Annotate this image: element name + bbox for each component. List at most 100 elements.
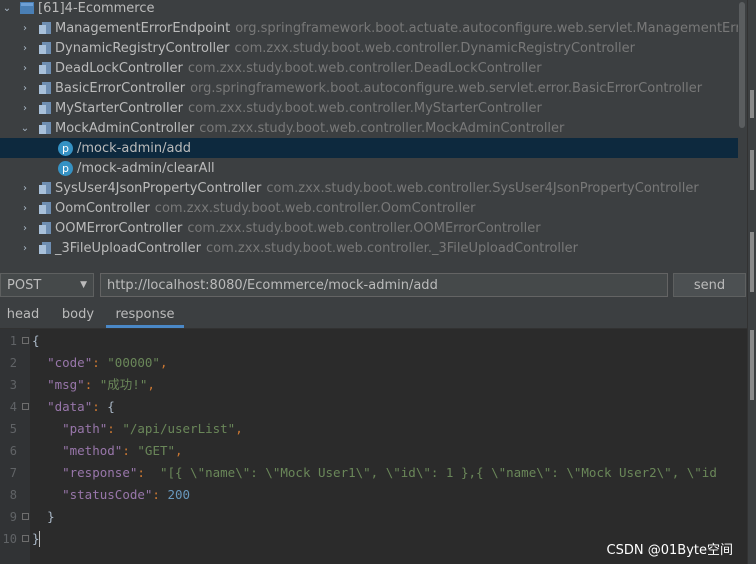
controller-package: com.zxx.study.boot.web.controller._3File… <box>206 240 578 256</box>
chevron-right-icon[interactable]: › <box>20 43 30 54</box>
json-string: "[{ \"name\": \"Mock User1\", \"id\": 1 … <box>159 465 717 480</box>
controller-package: com.zxx.study.boot.web.controller.MockAd… <box>199 120 565 136</box>
line-gutter: 1 2 3 4 5 6 7 8 9 10 <box>0 329 30 564</box>
chevron-right-icon[interactable]: › <box>20 23 30 34</box>
tree-item-deadlockcontroller[interactable]: › DeadLockController com.zxx.study.boot.… <box>0 58 738 78</box>
controller-icon <box>39 102 51 114</box>
controller-icon <box>39 222 51 234</box>
controller-icon <box>39 122 51 134</box>
method-value: POST <box>7 277 42 293</box>
json-key: "response" <box>62 465 138 480</box>
controller-package: com.zxx.study.boot.web.controller.OOMErr… <box>187 220 541 236</box>
controller-package: com.zxx.study.boot.web.controller.DeadLo… <box>187 60 542 76</box>
controller-icon <box>39 182 51 194</box>
controller-name: MyStarterController <box>55 100 183 116</box>
json-string: "00000" <box>107 355 160 370</box>
json-key: "path" <box>62 421 108 436</box>
json-key: "msg" <box>47 377 85 392</box>
code-line-4: "data": { <box>47 399 115 414</box>
tree-item-3fileuploadcontroller[interactable]: › _3FileUploadController com.zxx.study.b… <box>0 238 738 258</box>
json-brace: } <box>47 509 55 524</box>
json-number: 200 <box>167 487 191 502</box>
fold-icon[interactable] <box>22 403 29 410</box>
tree-scrollbar[interactable] <box>738 0 747 262</box>
chevron-right-icon[interactable]: › <box>20 63 30 74</box>
response-editor[interactable]: 1 2 3 4 5 6 7 8 9 10 { "code": "00000", … <box>0 329 747 564</box>
line-number: 10 <box>2 532 17 546</box>
send-button[interactable]: send <box>673 273 746 297</box>
tool-window-tab[interactable] <box>750 232 754 292</box>
controller-icon <box>39 22 51 34</box>
tool-window-tab[interactable] <box>750 90 754 118</box>
fold-icon[interactable] <box>22 513 29 520</box>
json-brace: { <box>32 333 40 348</box>
json-key: "statusCode" <box>62 487 153 502</box>
line-number: 2 <box>9 356 17 370</box>
tab-body[interactable]: body <box>56 306 100 328</box>
module-icon <box>20 2 34 14</box>
line-number: 6 <box>9 444 17 458</box>
chevron-right-icon[interactable]: › <box>20 203 30 214</box>
controller-package: com.zxx.study.boot.web.controller.Dynami… <box>234 40 635 56</box>
tree-item-managementerrorendpoint[interactable]: › ManagementErrorEndpoint org.springfram… <box>0 18 738 38</box>
response-tabs: head body response <box>0 306 747 329</box>
line-number: 5 <box>9 422 17 436</box>
line-number: 9 <box>9 510 17 524</box>
watermark: CSDN @01Byte空间 <box>606 543 733 558</box>
fold-icon[interactable] <box>22 337 29 344</box>
controller-package: com.zxx.study.boot.web.controller.SysUse… <box>266 180 699 196</box>
tree-item-mockadmincontroller[interactable]: ⌄ MockAdminController com.zxx.study.boot… <box>0 118 738 138</box>
chevron-down-icon[interactable]: ⌄ <box>2 3 12 14</box>
code-line-6: "method": "GET", <box>62 443 183 458</box>
code-line-7: "response": "[{ \"name\": \"Mock User1\"… <box>62 465 717 480</box>
tree-item-sysuser4jsonpropertycontroller[interactable]: › SysUser4JsonPropertyController com.zxx… <box>0 178 738 198</box>
right-tool-strip <box>747 0 756 564</box>
line-number: 8 <box>9 488 17 502</box>
url-value: http://localhost:8080/Ecommerce/mock-adm… <box>107 277 438 293</box>
method-select[interactable]: POST ▼ <box>0 273 94 297</box>
json-string: "GET" <box>137 443 176 458</box>
url-input[interactable]: http://localhost:8080/Ecommerce/mock-adm… <box>100 273 668 297</box>
line-number: 4 <box>9 400 17 414</box>
endpoint-mock-admin-clearall[interactable]: p /mock-admin/clearAll <box>0 158 738 178</box>
request-bar: POST ▼ http://localhost:8080/Ecommerce/m… <box>0 262 747 306</box>
text-caret <box>39 531 40 547</box>
controller-tree: ⌄ [61]4-Ecommerce › ManagementErrorEndpo… <box>0 0 738 262</box>
controller-package: com.zxx.study.boot.web.controller.OomCon… <box>154 200 476 216</box>
tree-item-oomcontroller[interactable]: › OomController com.zxx.study.boot.web.c… <box>0 198 738 218</box>
tool-window-tab[interactable] <box>750 330 754 400</box>
controller-name: _3FileUploadController <box>55 240 202 256</box>
p-icon: p <box>58 140 73 156</box>
chevron-right-icon[interactable]: › <box>20 243 30 254</box>
tree-root[interactable]: ⌄ [61]4-Ecommerce <box>0 0 738 18</box>
chevron-down-icon: ▼ <box>80 280 87 290</box>
tab-response[interactable]: response <box>106 306 184 328</box>
fold-icon[interactable] <box>22 535 29 542</box>
controller-name: DynamicRegistryController <box>55 40 230 56</box>
tree-item-basicerrorcontroller[interactable]: › BasicErrorController org.springframewo… <box>0 78 738 98</box>
code-line-3: "msg": "成功!", <box>47 377 155 392</box>
endpoint-mock-admin-add[interactable]: p /mock-admin/add <box>0 138 738 158</box>
tree-item-dynamicregistrycontroller[interactable]: › DynamicRegistryController com.zxx.stud… <box>0 38 738 58</box>
tree-scrollbar-thumb[interactable] <box>739 2 745 128</box>
p-icon: p <box>58 160 73 176</box>
tree-item-oomerrorcontroller[interactable]: › OOMErrorController com.zxx.study.boot.… <box>0 218 738 238</box>
json-brace: { <box>107 399 115 414</box>
controller-name: OOMErrorController <box>55 220 183 236</box>
controller-name: MockAdminController <box>55 120 195 136</box>
chevron-down-icon[interactable]: ⌄ <box>20 123 30 134</box>
controller-icon <box>39 202 51 214</box>
chevron-right-icon[interactable]: › <box>20 183 30 194</box>
tool-window-tab[interactable] <box>750 150 754 190</box>
tab-head[interactable]: head <box>0 306 46 328</box>
line-number: 7 <box>9 466 17 480</box>
code-line-5: "path": "/api/userList", <box>62 421 243 436</box>
controller-name: ManagementErrorEndpoint <box>55 20 231 36</box>
chevron-right-icon[interactable]: › <box>20 223 30 234</box>
chevron-right-icon[interactable]: › <box>20 83 30 94</box>
tree-root-label: [61]4-Ecommerce <box>38 0 155 16</box>
chevron-right-icon[interactable]: › <box>20 103 30 114</box>
tree-item-mystartercontroller[interactable]: › MyStarterController com.zxx.study.boot… <box>0 98 738 118</box>
code-line-2: "code": "00000", <box>47 355 168 370</box>
controller-name: SysUser4JsonPropertyController <box>55 180 262 196</box>
